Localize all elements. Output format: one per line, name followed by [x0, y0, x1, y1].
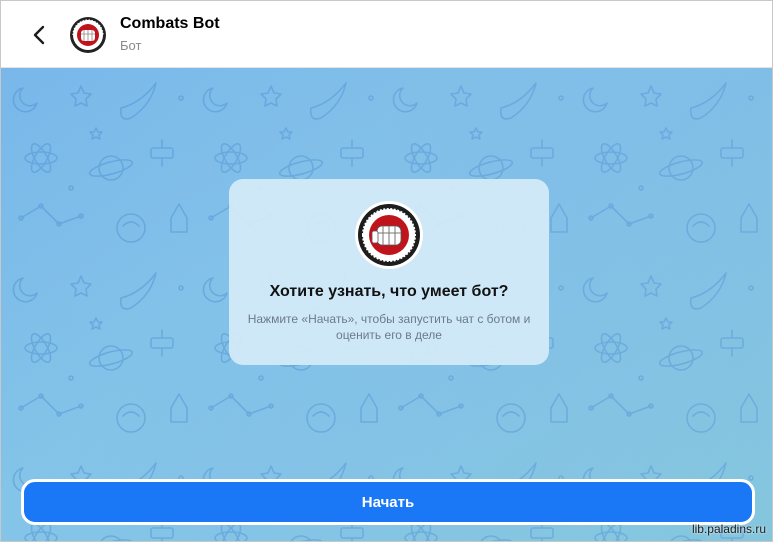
card-description: Нажмите «Начать», чтобы запустить чат с … — [247, 312, 531, 342]
chat-header: Combats Bot Бот — [1, 1, 772, 68]
telegram-window: Combats Bot Бот Хотите узнать, что умеет… — [0, 0, 773, 542]
chat-subtitle: Бот — [120, 38, 142, 53]
back-button[interactable] — [23, 19, 55, 51]
chat-background: Хотите узнать, что умеет бот? Нажмите «Н… — [1, 68, 772, 541]
chat-title[interactable]: Combats Bot — [120, 15, 220, 33]
card-title: Хотите узнать, что умеет бот? — [269, 283, 509, 300]
bot-logo — [354, 200, 424, 270]
start-button[interactable]: Начать — [21, 479, 755, 525]
chevron-left-icon — [33, 25, 45, 45]
avatar[interactable] — [68, 15, 108, 55]
watermark: lib.paladins.ru — [691, 522, 766, 536]
bot-info-card: Хотите узнать, что умеет бот? Нажмите «Н… — [229, 179, 549, 365]
